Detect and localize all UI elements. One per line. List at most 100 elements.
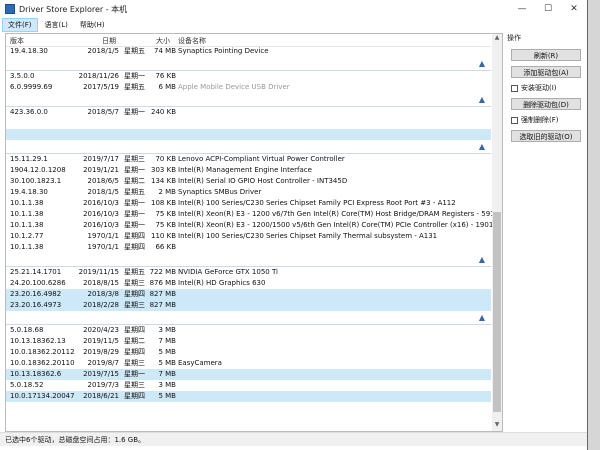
group-divider[interactable]: ▲ (6, 57, 491, 71)
driver-device-name: Apple Mobile Device USB Driver (178, 83, 290, 91)
install-driver-checkbox[interactable]: 安装驱动(I) (511, 83, 585, 93)
column-date[interactable]: 日期 (102, 36, 116, 46)
driver-weekday: 星期一 (124, 210, 145, 218)
driver-row[interactable]: 10.1.1.38 1970/1/1 星期四 66 KB (6, 242, 491, 253)
scroll-thumb[interactable] (493, 212, 501, 412)
menu-help[interactable]: 帮助(H) (75, 19, 110, 31)
column-device-name[interactable]: 设备名称 (178, 36, 206, 46)
driver-size: 5 MB (158, 348, 176, 356)
driver-row[interactable]: 10.13.18362.13 2019/11/5 星期二 7 MB (6, 336, 491, 347)
driver-date: 2019/8/29 (83, 348, 119, 356)
maximize-button[interactable]: ☐ (535, 0, 561, 18)
driver-row[interactable]: 10.1.1.38 2016/10/3 星期一 75 KB Intel(R) Xeon(… (6, 209, 499, 220)
driver-date: 2018/8/15 (83, 279, 119, 287)
driver-row[interactable]: 5.0.18.68 2020/4/23 星期四 3 MB (6, 325, 491, 336)
driver-date: 2019/1/21 (83, 166, 119, 174)
driver-row[interactable]: 3.5.0.0 2018/11/26 星期一 76 KB (6, 71, 491, 82)
driver-row[interactable]: 15.11.29.1 2019/7/17 星期三 70 KB Lenovo ACPI-C… (6, 154, 491, 165)
driver-size: 3 MB (158, 381, 176, 389)
driver-date: 1970/1/1 (87, 243, 119, 251)
minimize-button[interactable]: — (509, 0, 535, 18)
group-divider[interactable]: ▲ (6, 93, 491, 107)
driver-row[interactable]: 10.13.18362.6 2019/7/15 星期一 7 MB (6, 369, 491, 380)
driver-date: 2018/1/5 (87, 188, 119, 196)
menu-language[interactable]: 语言(L) (40, 19, 73, 31)
driver-date: 1970/1/1 (87, 232, 119, 240)
refresh-button[interactable]: 刷新(R) (511, 49, 581, 61)
driver-date: 2019/7/15 (83, 370, 119, 378)
group-divider[interactable]: ▲ (6, 311, 491, 325)
column-size[interactable]: 大小 (156, 36, 170, 46)
driver-weekday: 星期三 (124, 381, 145, 389)
delete-driver-button[interactable]: 删除驱动包(D) (511, 98, 581, 110)
group-divider[interactable]: ▲ (6, 140, 491, 154)
driver-size: 75 KB (155, 221, 176, 229)
driver-row[interactable]: 30.100.1823.1 2018/6/5 星期二 134 KB Intel(R) S… (6, 176, 491, 187)
force-delete-checkbox[interactable]: 强制删除(F) (511, 115, 585, 125)
background-strip (587, 0, 600, 450)
driver-size: 110 KB (151, 232, 176, 240)
driver-row[interactable]: 10.1.1.38 2016/10/3 星期一 75 KB Intel(R) Xeon(… (6, 220, 493, 231)
collapse-icon[interactable]: ▲ (479, 58, 485, 69)
driver-row[interactable]: 1904.12.0.1208 2019/1/21 星期一 303 KB Intel(R)… (6, 165, 491, 176)
driver-row[interactable]: 10.0.17134.20047 2018/6/21 星期四 5 MB (6, 391, 491, 402)
driver-row[interactable]: 25.21.14.1701 2019/11/15 星期五 722 MB NVIDIA G… (6, 267, 491, 278)
driver-row[interactable]: 19.4.18.30 2018/1/5 星期五 2 MB Synaptics SMBus… (6, 187, 491, 198)
driver-row[interactable]: 6.0.9999.69 2017/5/19 星期五 6 MB Apple Mobile … (6, 82, 491, 93)
column-version[interactable]: 版本 (10, 36, 24, 46)
checkbox-box[interactable] (511, 116, 518, 124)
driver-date: 2016/10/3 (83, 221, 119, 229)
driver-version: 25.21.14.1701 (10, 268, 62, 276)
app-icon (5, 4, 15, 14)
status-bar: 已选中6个驱动，总磁盘空间占用：1.6 GB。 (0, 432, 587, 446)
driver-version: 5.0.18.52 (10, 381, 44, 389)
group-divider[interactable]: ▲ (6, 253, 491, 267)
driver-row[interactable]: 10.0.18362.20112 2019/8/29 星期四 5 MB (6, 347, 491, 358)
title-bar: Driver Store Explorer - 本机 — ☐ ✕ (0, 0, 587, 18)
collapse-icon[interactable]: ▲ (479, 94, 485, 105)
driver-row[interactable]: 19.4.18.30 2018/1/5 星期五 74 MB Synaptics Poin… (6, 46, 491, 57)
driver-list[interactable]: 版本 日期 大小 设备名称 19.4.18.30 2018/1/5 星期五 74 MB… (5, 33, 503, 432)
driver-row[interactable]: 5.0.18.52 2019/7/3 星期三 3 MB (6, 380, 491, 391)
driver-row[interactable]: 10.1.2.77 1970/1/1 星期四 110 KB Intel(R) 100 S… (6, 231, 491, 242)
driver-row[interactable]: 24.20.100.6286 2018/8/15 星期三 876 MB Intel(R)… (6, 278, 491, 289)
driver-size: 827 MB (149, 301, 176, 309)
driver-device-name: Intel(R) HD Graphics 630 (178, 279, 266, 287)
driver-date: 2018/2/28 (83, 301, 119, 309)
driver-version: 10.1.2.77 (10, 232, 44, 240)
driver-version: 10.0.18362.20110 (10, 359, 75, 367)
scroll-up-icon[interactable]: ▲ (492, 34, 502, 44)
collapse-icon[interactable]: ▲ (479, 312, 485, 323)
driver-weekday: 星期二 (124, 337, 145, 345)
driver-device-name: Intel(R) Serial IO GPIO Host Controller … (178, 177, 348, 185)
driver-row[interactable]: 10.0.18362.20110 2019/8/7 星期三 5 MB EasyCamer… (6, 358, 491, 369)
select-old-drivers-button[interactable]: 选取旧的驱动(O) (511, 130, 581, 142)
driver-size: 2 MB (158, 188, 176, 196)
driver-version: 423.36.0.0 (10, 108, 48, 116)
collapse-icon[interactable]: ▲ (479, 254, 485, 265)
driver-weekday: 星期一 (124, 166, 145, 174)
driver-size: 722 MB (149, 268, 176, 276)
driver-row[interactable]: 10.1.1.38 2016/10/3 星期一 108 KB Intel(R) 100 … (6, 198, 491, 209)
vertical-scrollbar[interactable]: ▲ ▼ (492, 34, 502, 431)
driver-row[interactable]: 23.20.16.4982 2018/3/8 星期四 827 MB (6, 289, 491, 300)
driver-size: 74 MB (154, 47, 176, 55)
checkbox-box[interactable] (511, 84, 518, 92)
close-button[interactable]: ✕ (561, 0, 587, 18)
driver-row[interactable]: 23.20.16.4973 2018/2/28 星期三 827 MB (6, 300, 491, 311)
driver-row[interactable] (6, 129, 491, 140)
driver-row[interactable]: 423.36.0.0 2018/5/7 星期一 240 KB (6, 107, 491, 118)
list-header: 版本 日期 大小 设备名称 (6, 34, 491, 47)
driver-size: 76 KB (155, 72, 176, 80)
scroll-down-icon[interactable]: ▼ (492, 421, 502, 431)
driver-device-name: Synaptics Pointing Device (178, 47, 269, 55)
menu-file[interactable]: 文件(F) (2, 18, 38, 32)
driver-version: 15.11.29.1 (10, 155, 48, 163)
driver-weekday: 星期一 (124, 221, 145, 229)
add-driver-button[interactable]: 添加驱动包(A) (511, 66, 581, 78)
driver-date: 2016/10/3 (83, 210, 119, 218)
collapse-icon[interactable]: ▲ (479, 141, 485, 152)
driver-device-name: Lenovo ACPI-Compliant Virtual Power Cont… (178, 155, 345, 163)
driver-date: 2018/3/8 (87, 290, 119, 298)
driver-version: 5.0.18.68 (10, 326, 44, 334)
